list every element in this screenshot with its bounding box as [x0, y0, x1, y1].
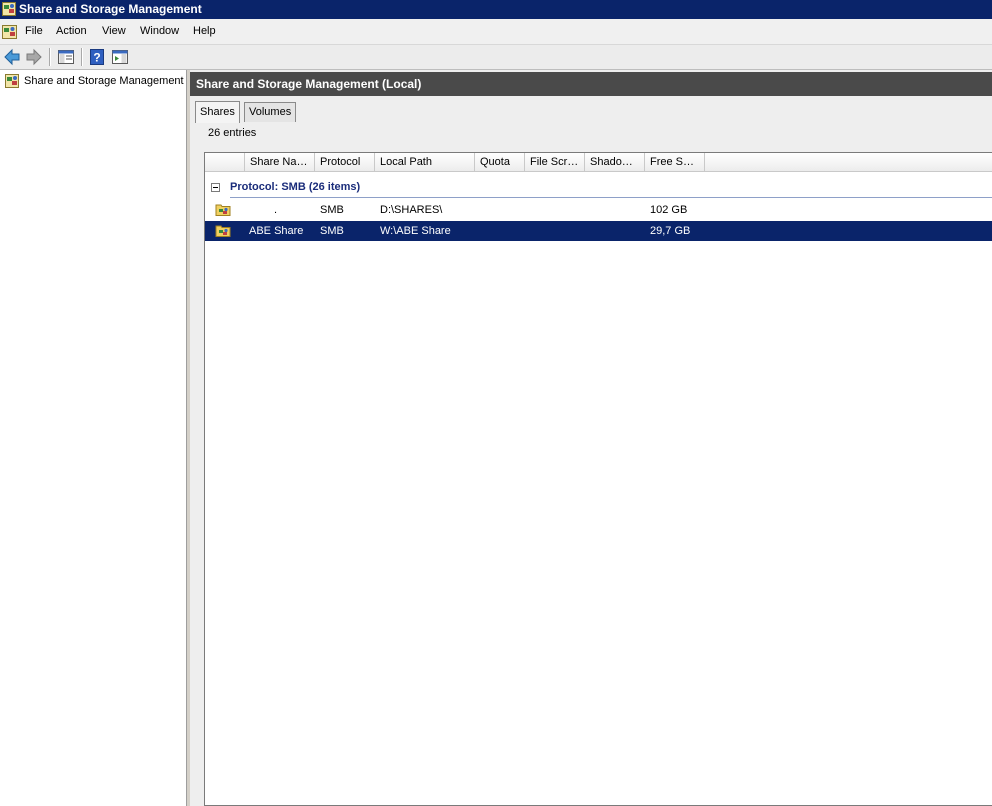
share-storage-node-icon — [5, 74, 19, 88]
show-hide-console-tree-icon[interactable] — [56, 47, 76, 67]
forward-icon[interactable] — [24, 47, 44, 67]
cell-share-name: ABE Share — [249, 225, 304, 237]
results-header: Share and Storage Management (Local) — [190, 72, 992, 96]
tab-shares[interactable]: Shares — [195, 101, 240, 123]
cell-local-path: D:\SHARES\ — [380, 204, 443, 216]
shares-list: Share Na… Protocol Local Path Quota File… — [204, 152, 992, 806]
tree-item-label: Share and Storage Management ( — [24, 75, 186, 87]
results-title: Share and Storage Management (Local) — [196, 77, 422, 91]
help-icon[interactable]: ? — [87, 47, 107, 67]
menu-file[interactable]: File — [25, 25, 43, 37]
group-divider — [230, 197, 992, 198]
tab-strip: Shares Volumes — [195, 101, 985, 123]
column-local-path[interactable]: Local Path — [375, 153, 475, 171]
shared-folder-icon — [215, 225, 231, 237]
mmc-system-menu-icon[interactable] — [2, 25, 17, 39]
cell-free-space: 29,7 GB — [650, 225, 691, 237]
tree-item-share-storage-management[interactable]: Share and Storage Management ( — [3, 73, 186, 89]
tab-volumes[interactable]: Volumes — [244, 102, 297, 122]
column-free-space[interactable]: Free S… — [645, 153, 705, 171]
menu-help[interactable]: Help — [193, 25, 216, 37]
menu-view[interactable]: View — [102, 25, 126, 37]
menu-bar: File Action View Window Help — [0, 19, 992, 45]
cell-protocol: SMB — [320, 225, 344, 237]
window-title: Share and Storage Management — [19, 2, 202, 16]
group-header-smb[interactable]: Protocol: SMB (26 items) — [205, 179, 992, 199]
cell-free-space: 102 GB — [650, 204, 688, 216]
menu-action[interactable]: Action — [56, 25, 87, 37]
results-pane: Share and Storage Management (Local) Sha… — [190, 70, 992, 806]
collapse-group-icon[interactable] — [211, 183, 220, 192]
column-header-icon — [205, 153, 245, 171]
column-quota[interactable]: Quota — [475, 153, 525, 171]
toolbar: ? — [0, 45, 992, 70]
table-row[interactable]: . SMB D:\SHARES\ 102 GB — [205, 200, 992, 220]
shared-folder-icon — [215, 204, 231, 216]
svg-text:?: ? — [93, 51, 100, 65]
share-storage-app-icon — [2, 2, 16, 16]
column-protocol[interactable]: Protocol — [315, 153, 375, 171]
toolbar-separator — [49, 48, 51, 66]
column-header-row: Share Na… Protocol Local Path Quota File… — [205, 153, 992, 172]
show-hide-action-pane-icon[interactable] — [110, 47, 130, 67]
console-tree-pane: Share and Storage Management ( — [0, 70, 187, 806]
cell-share-name: . — [274, 204, 278, 216]
menu-window[interactable]: Window — [140, 25, 179, 37]
cell-local-path: W:\ABE Share — [380, 225, 451, 237]
table-row[interactable]: ABE Share SMB W:\ABE Share 29,7 GB — [205, 221, 992, 241]
toolbar-separator — [81, 48, 83, 66]
entry-count: 26 entries — [208, 127, 257, 139]
title-bar: Share and Storage Management — [0, 0, 992, 19]
back-icon[interactable] — [2, 47, 22, 67]
column-shadow-copies[interactable]: Shado… — [585, 153, 645, 171]
column-share-name[interactable]: Share Na… — [245, 153, 315, 171]
column-file-screening[interactable]: File Scr… — [525, 153, 585, 171]
group-label: Protocol: SMB (26 items) — [230, 181, 361, 193]
cell-protocol: SMB — [320, 204, 344, 216]
